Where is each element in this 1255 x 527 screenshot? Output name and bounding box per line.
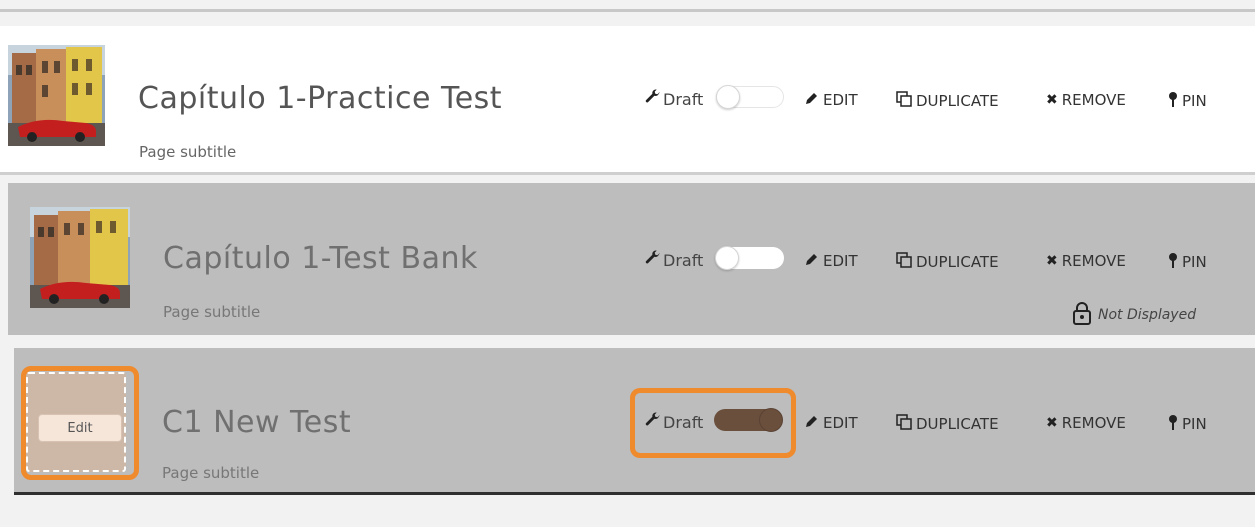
remove-button[interactable]: ✖ REMOVE — [1046, 414, 1126, 432]
page-title[interactable]: Capítulo 1-Test Bank — [163, 241, 478, 276]
draft-label: Draft — [663, 250, 704, 270]
page-title[interactable]: Capítulo 1-Practice Test — [138, 81, 502, 116]
close-icon: ✖ — [1046, 253, 1058, 269]
draft-toggle-group[interactable]: Draft — [645, 89, 703, 109]
wrench-icon — [645, 89, 661, 109]
edit-button[interactable]: EDIT — [805, 414, 858, 432]
duplicate-button[interactable]: DUPLICATE — [896, 252, 999, 272]
page-title[interactable]: C1 New Test — [162, 405, 351, 440]
switch-knob — [716, 85, 740, 109]
draft-switch[interactable] — [714, 408, 783, 432]
remove-button[interactable]: ✖ REMOVE — [1046, 91, 1126, 109]
pin-icon — [1168, 414, 1178, 434]
pin-icon — [1168, 91, 1178, 111]
visibility-status: Not Displayed — [1072, 301, 1197, 325]
lock-icon — [1072, 301, 1092, 325]
page-list: Capítulo 1-Practice Test Page subtitle D… — [0, 0, 1255, 527]
edit-button[interactable]: EDIT — [805, 91, 858, 109]
draft-label: Draft — [663, 89, 704, 109]
remove-button[interactable]: ✖ REMOVE — [1046, 252, 1126, 270]
close-icon: ✖ — [1046, 415, 1058, 431]
duplicate-button[interactable]: DUPLICATE — [896, 91, 999, 111]
copy-icon — [896, 91, 912, 111]
close-icon: ✖ — [1046, 92, 1058, 108]
status-text: Not Displayed — [1098, 307, 1197, 323]
duplicate-button[interactable]: DUPLICATE — [896, 414, 999, 434]
page-subtitle: Page subtitle — [162, 464, 260, 482]
pin-button[interactable]: PIN — [1168, 252, 1207, 272]
pencil-icon — [805, 252, 819, 270]
edit-button[interactable]: EDIT — [805, 252, 858, 270]
wrench-icon — [645, 412, 661, 432]
pin-button[interactable]: PIN — [1168, 91, 1207, 111]
page-row-practice-test[interactable]: Capítulo 1-Practice Test Page subtitle D… — [0, 26, 1255, 175]
draft-label: Draft — [663, 412, 704, 432]
page-thumbnail[interactable] — [30, 207, 130, 308]
draft-toggle-group[interactable]: Draft — [645, 412, 703, 432]
page-row-new-test[interactable]: Edit C1 New Test Page subtitle Draft EDI… — [14, 348, 1255, 495]
copy-icon — [896, 252, 912, 272]
pencil-icon — [805, 91, 819, 109]
page-row-test-bank[interactable]: Capítulo 1-Test Bank Page subtitle Draft… — [8, 183, 1255, 335]
draft-toggle-group[interactable]: Draft — [645, 250, 703, 270]
switch-knob — [759, 408, 783, 432]
page-subtitle: Page subtitle — [139, 143, 237, 161]
pin-button[interactable]: PIN — [1168, 414, 1207, 434]
thumbnail-highlight — [21, 366, 139, 480]
draft-switch[interactable] — [715, 246, 784, 270]
top-divider — [0, 9, 1255, 12]
wrench-icon — [645, 250, 661, 270]
pin-icon — [1168, 252, 1178, 272]
draft-switch[interactable] — [716, 85, 784, 109]
page-thumbnail[interactable] — [8, 45, 105, 146]
copy-icon — [896, 414, 912, 434]
page-subtitle: Page subtitle — [163, 303, 261, 321]
switch-knob — [715, 246, 739, 270]
pencil-icon — [805, 414, 819, 432]
